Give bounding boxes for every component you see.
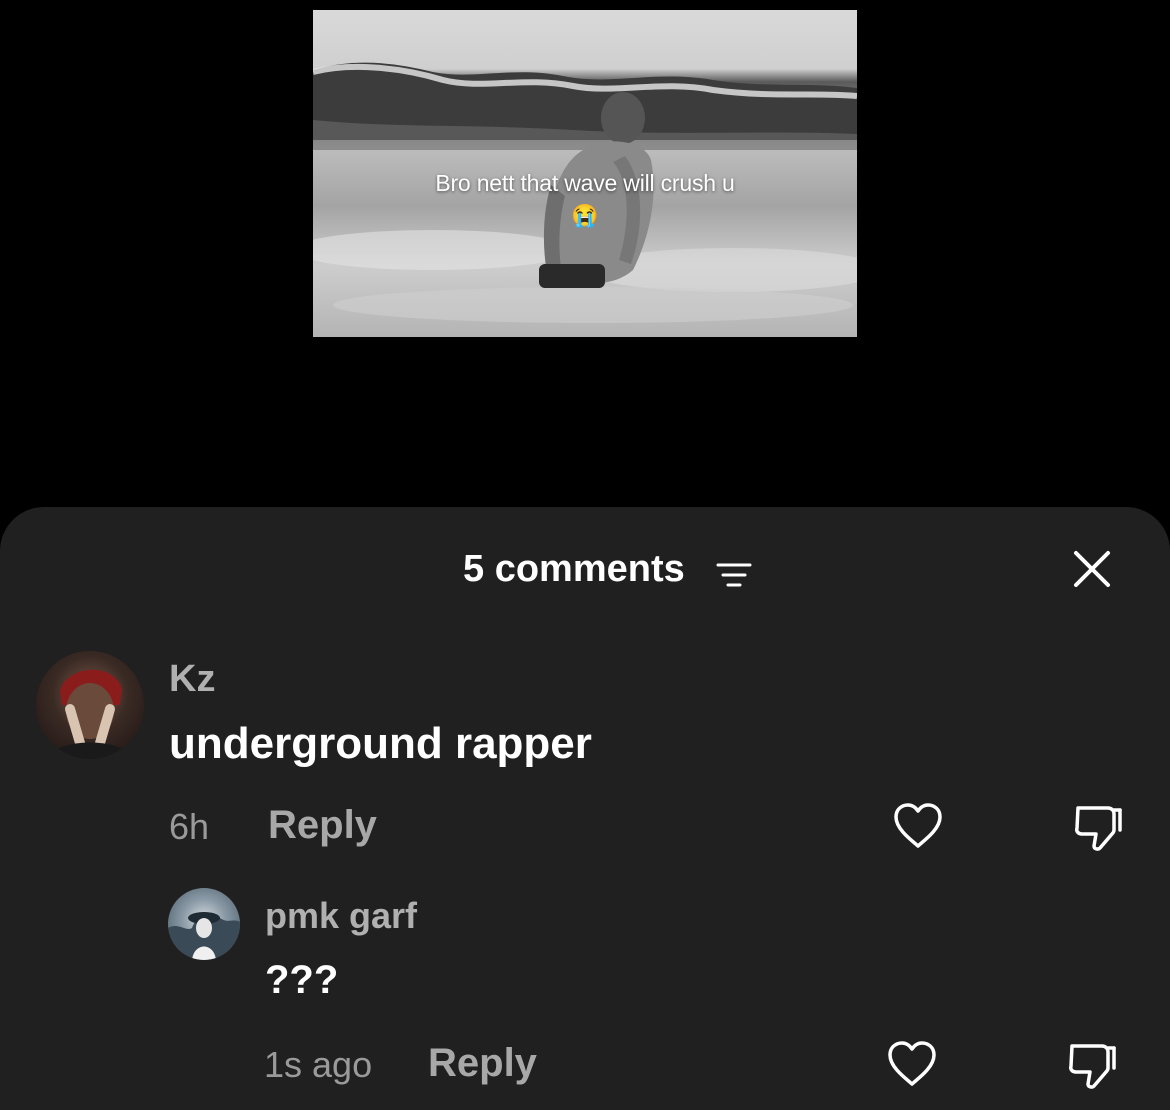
comment-author[interactable]: Kz (169, 658, 215, 701)
video-area: Bro nett that wave will crush u 😭 (0, 0, 1170, 520)
video-thumbnail[interactable]: Bro nett that wave will crush u 😭 (313, 10, 857, 337)
caption-emoji: 😭 (571, 203, 599, 228)
comments-header: 5 comments (0, 543, 1170, 593)
avatar-kz[interactable] (36, 651, 144, 759)
filter-lines-icon[interactable] (716, 561, 752, 589)
heart-outline-icon[interactable] (886, 1040, 938, 1088)
comment-text: underground rapper (169, 719, 592, 768)
heart-outline-icon[interactable] (892, 802, 944, 850)
comment-author[interactable]: pmk garf (265, 895, 417, 937)
avatar-pmk-garf[interactable] (168, 888, 240, 960)
video-caption: Bro nett that wave will crush u (435, 170, 735, 196)
comment-count: 5 comments (463, 548, 685, 590)
thumbs-down-outline-icon[interactable] (1066, 1040, 1118, 1090)
comment-time: 6h (169, 806, 210, 847)
reply-button[interactable]: Reply (428, 1041, 537, 1086)
reply-button[interactable]: Reply (268, 803, 377, 848)
comment-text: ??? (265, 958, 339, 1002)
close-icon[interactable] (1072, 549, 1112, 589)
comment-time: 1s ago (264, 1044, 373, 1085)
thumbs-down-outline-icon[interactable] (1072, 802, 1124, 852)
